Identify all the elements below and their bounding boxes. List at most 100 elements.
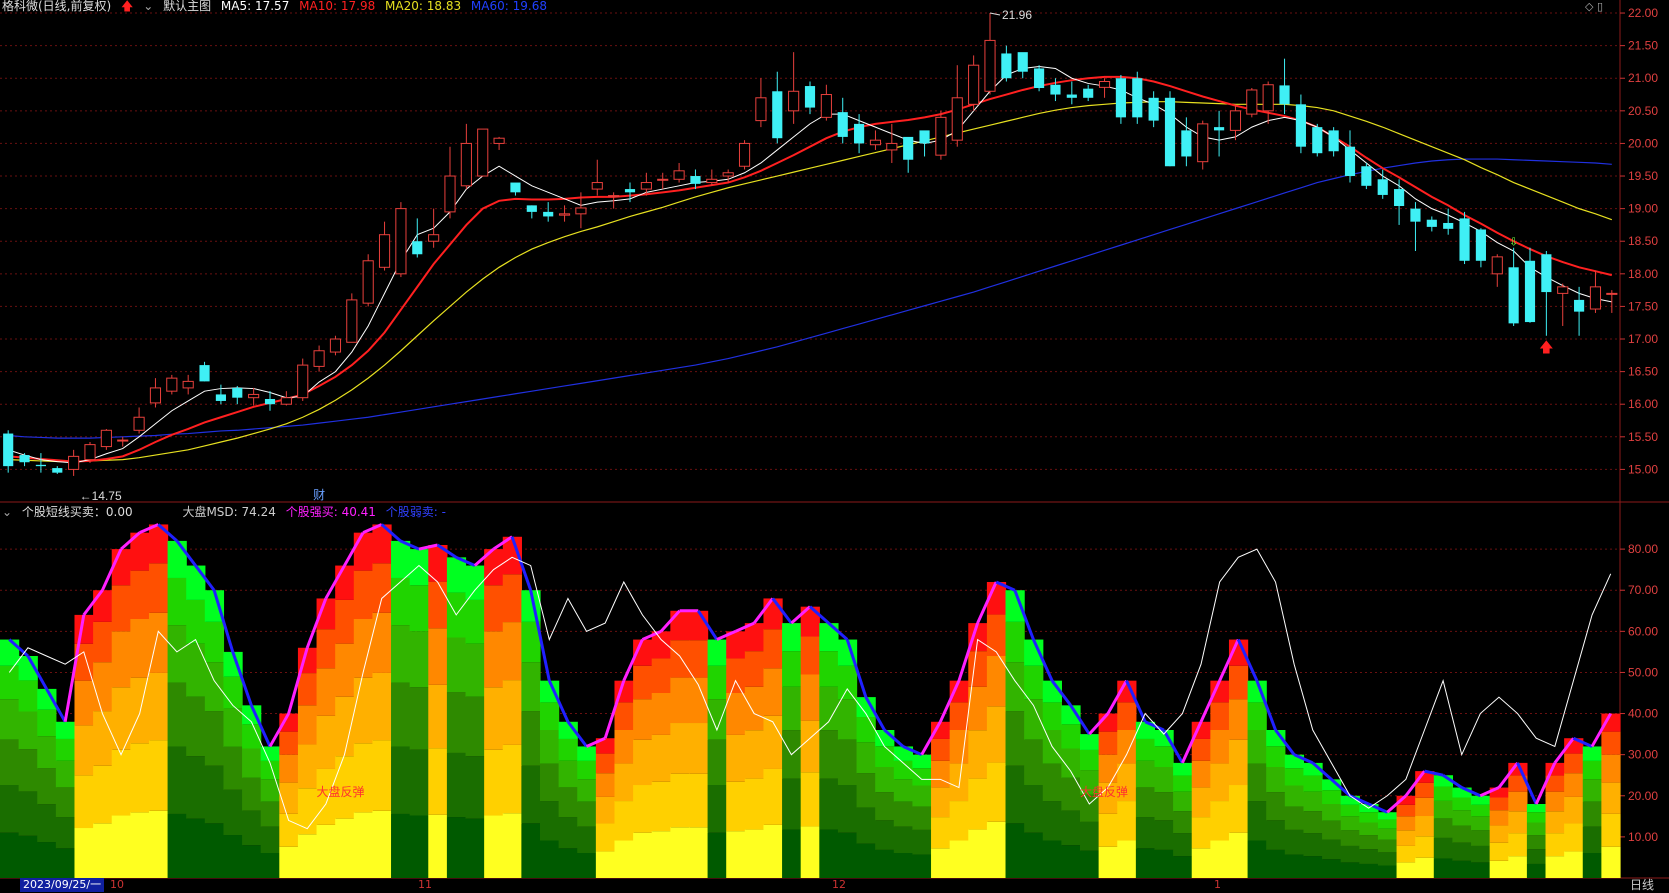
strength-band <box>1210 840 1230 878</box>
strength-band <box>651 734 671 782</box>
strength-band <box>540 840 560 878</box>
strength-band <box>912 785 932 807</box>
strength-band <box>1135 738 1156 761</box>
strength-band <box>111 585 131 632</box>
candle <box>1017 52 1028 79</box>
strength-band <box>148 810 169 878</box>
strength-band <box>502 744 522 814</box>
strength-band <box>1080 749 1100 771</box>
strength-band <box>1359 863 1379 878</box>
strength-band <box>391 577 411 626</box>
strength-band <box>353 532 374 571</box>
strength-bar <box>819 623 839 878</box>
candle <box>1132 71 1143 124</box>
strength-band <box>1508 833 1528 857</box>
candle <box>1066 81 1077 105</box>
candle-body-down <box>526 205 537 212</box>
strength-band <box>1564 796 1584 824</box>
candle <box>1034 65 1045 92</box>
candle-body-down <box>1132 78 1143 118</box>
strength-bar <box>1024 639 1044 878</box>
strength-band <box>223 746 243 790</box>
candle <box>1475 228 1486 268</box>
indicator-name[interactable]: 个股短线买卖：0.00 <box>22 505 133 519</box>
diamond-icon[interactable]: ◇ <box>1585 0 1593 13</box>
candle <box>1589 270 1602 313</box>
strength-band <box>1452 860 1472 878</box>
strength-band <box>1489 825 1509 843</box>
strength-band <box>1210 801 1230 841</box>
strength-band <box>1564 851 1584 878</box>
stock-title[interactable]: 格科微(日线,前复权) <box>2 0 111 13</box>
template-name[interactable]: 默认主图 <box>163 0 211 13</box>
candle <box>526 205 537 219</box>
strength-band <box>744 730 765 779</box>
strength-band <box>744 651 765 687</box>
candle-body-down <box>1426 219 1437 227</box>
strength-bar <box>372 524 392 878</box>
strength-band <box>1545 791 1565 812</box>
strength-band <box>409 631 429 688</box>
strength-band <box>912 854 932 878</box>
strength-band <box>1377 865 1398 878</box>
strength-band <box>912 754 932 769</box>
price-tick-label: 16.50 <box>1628 365 1658 379</box>
candle-body-up <box>640 182 652 190</box>
strength-band <box>1005 765 1025 824</box>
strength-band <box>1024 832 1044 878</box>
candle-body-up <box>968 64 980 105</box>
strength-band <box>1452 810 1472 826</box>
template-dropdown-icon[interactable]: ⌄ <box>143 0 153 13</box>
strength-band <box>763 629 783 669</box>
strength-bar <box>856 697 876 878</box>
candle <box>984 13 996 95</box>
strength-band <box>1340 830 1360 846</box>
candle-body-up <box>1197 123 1209 163</box>
strength-band <box>1340 862 1360 878</box>
strength-band <box>1582 853 1602 878</box>
strength-band <box>297 705 318 745</box>
window-icon[interactable]: ▯ <box>1597 0 1603 13</box>
candle-body-up <box>820 94 832 118</box>
strength-band <box>18 835 38 878</box>
strength-band <box>1545 833 1565 857</box>
strength-band <box>428 628 448 685</box>
strength-band <box>1433 818 1454 838</box>
strength-band <box>148 740 169 811</box>
strength-band <box>1359 822 1379 836</box>
strength-band <box>1452 842 1472 861</box>
candle <box>346 293 358 343</box>
sub-tick-label: 80.00 <box>1628 542 1658 556</box>
sub-tick-label: 30.00 <box>1628 748 1658 762</box>
strength-band <box>1415 836 1435 858</box>
strength-band <box>558 817 578 849</box>
candle <box>1098 78 1111 98</box>
strength-band <box>1508 811 1528 834</box>
candle-body-up <box>1557 286 1569 294</box>
strength-band <box>1228 665 1249 700</box>
strength-band <box>800 772 820 827</box>
strength-bar <box>633 639 653 878</box>
low-price-label: ←14.75 <box>80 489 122 503</box>
strength-band <box>614 840 634 878</box>
strength-band <box>633 699 653 740</box>
strength-band <box>1042 763 1062 802</box>
strength-band <box>428 581 448 629</box>
chart-canvas[interactable]: 22.00 21.50 21.00 20.50 20.00 19.50 19.00 18.50… <box>0 0 1669 893</box>
strength-band <box>763 824 783 878</box>
up-arrow-icon: 🡅 <box>121 0 134 13</box>
strength-band <box>819 730 839 779</box>
candle-body-up <box>378 234 391 268</box>
strength-band <box>633 832 653 878</box>
main-chart-header: 格科微(日线,前复权) 🡅 ⌄ 默认主图 MA5: 17.57 MA10: 17… <box>2 0 553 13</box>
strength-band <box>1545 856 1565 878</box>
candle-body-up <box>755 97 767 122</box>
period-button[interactable]: 日线 <box>1630 878 1654 892</box>
strength-band <box>893 853 914 878</box>
candle-body-up <box>738 142 751 167</box>
strength-band <box>1117 702 1137 730</box>
strength-band <box>521 765 541 824</box>
indicator-dropdown-icon[interactable]: ⌄ <box>2 505 12 519</box>
price-tick-label: 15.50 <box>1628 430 1658 444</box>
candle <box>19 453 30 467</box>
